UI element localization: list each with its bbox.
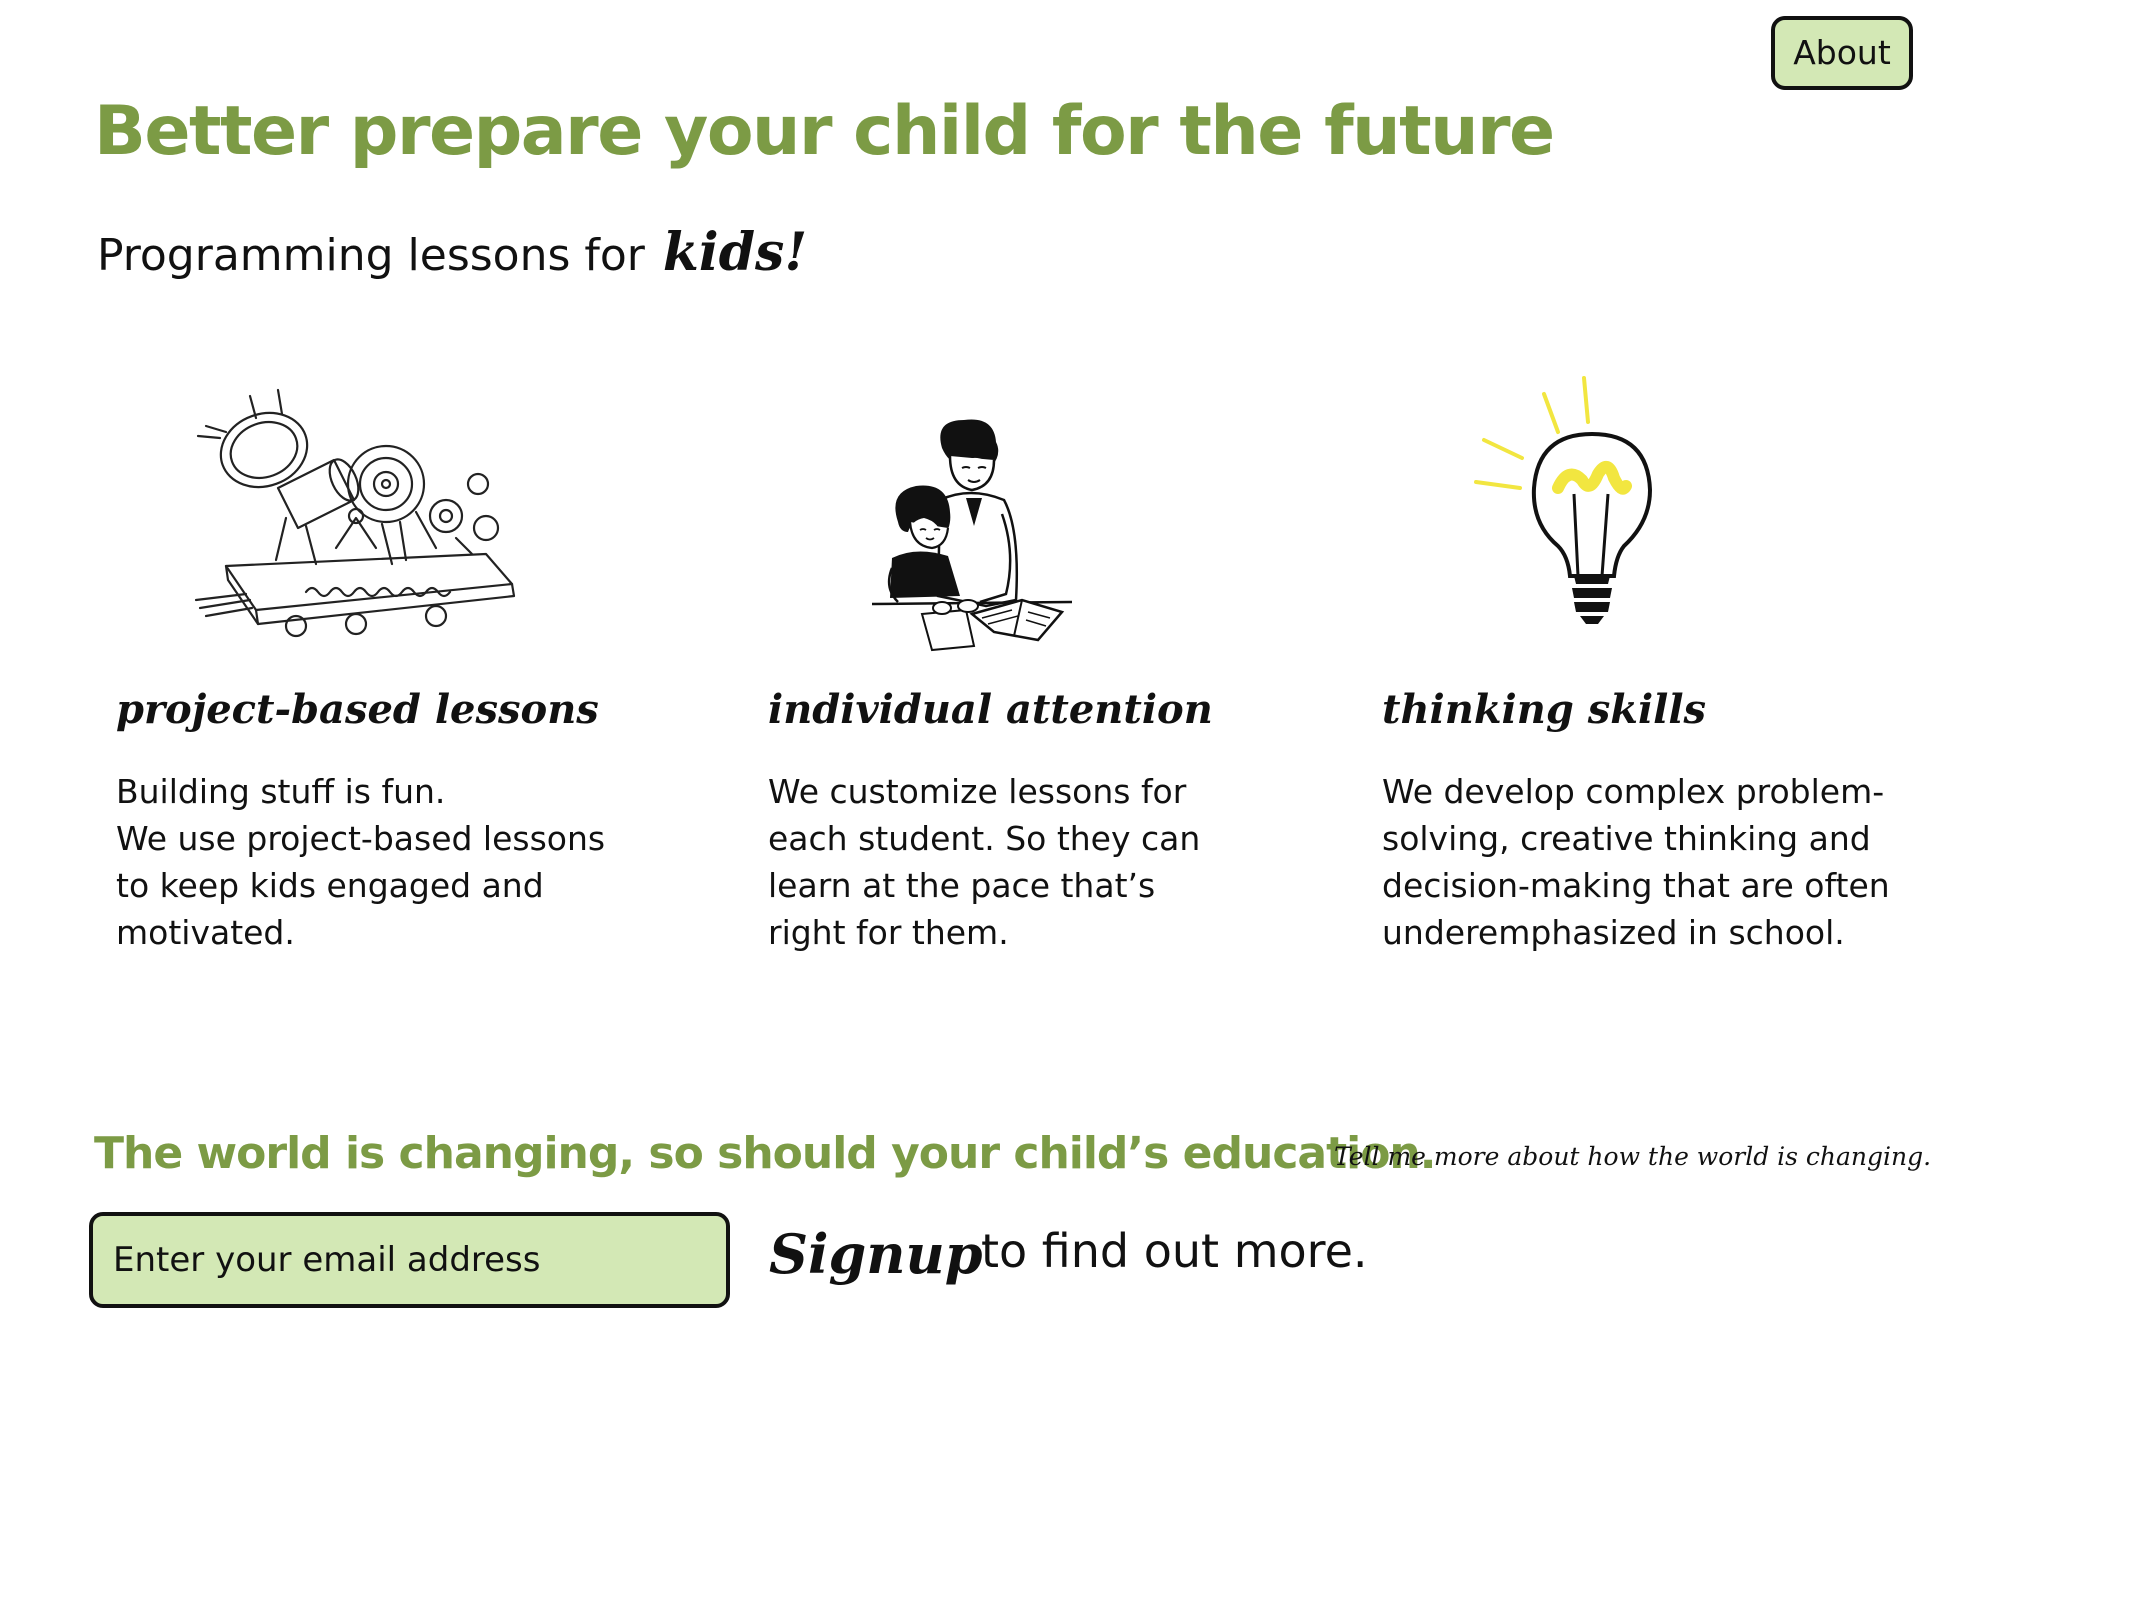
feature-body-line: motivated. [116,913,295,952]
feature-body-line: solving, creative thinking and [1382,819,1871,858]
machine-illustration [194,388,516,638]
feature-body-line: We use project-based lessons [116,819,606,858]
signup-suffix-text: to find out more. [981,1224,1368,1278]
page-headline: Better prepare your child for the future [94,92,1555,171]
feature-title-project-based: project-based lessons [116,686,599,733]
about-button[interactable]: About [1771,16,1913,90]
feature-body-thinking-skills: We develop complex problem- solving, cre… [1382,768,1890,956]
feature-body-line: learn at the pace that’s [768,866,1156,905]
feature-body-line: to keep kids engaged and [116,866,544,905]
feature-body-line: Building stuff is fun. [116,772,446,811]
feature-body-line: right for them. [768,913,1009,952]
feature-body-line: We develop complex problem- [1382,772,1885,811]
feature-body-line: decision-making that are often [1382,866,1890,905]
feature-body-project-based: Building stuff is fun. We use project-ba… [116,768,605,956]
signup-link[interactable]: Signup [769,1222,983,1286]
feature-body-line: underemphasized in school. [1382,913,1845,952]
subheadline: Programming lessons for kids! [97,222,807,283]
subheadline-text: Programming lessons for [97,230,645,281]
signup-tagline: The world is changing, so should your ch… [94,1128,1436,1179]
feature-title-individual-attention: individual attention [768,686,1213,733]
tell-me-more-link[interactable]: Tell me more about how the world is chan… [1334,1142,1931,1171]
subheadline-emphasis: kids! [662,222,808,283]
feature-body-line: We customize lessons for [768,772,1187,811]
feature-body-individual-attention: We customize lessons for each student. S… [768,768,1200,956]
feature-title-thinking-skills: thinking skills [1382,686,1707,733]
feature-body-line: each student. So they can [768,819,1201,858]
teacher-student-illustration [871,419,1073,652]
lightbulb-illustration [1474,376,1653,624]
email-input[interactable] [89,1212,730,1308]
